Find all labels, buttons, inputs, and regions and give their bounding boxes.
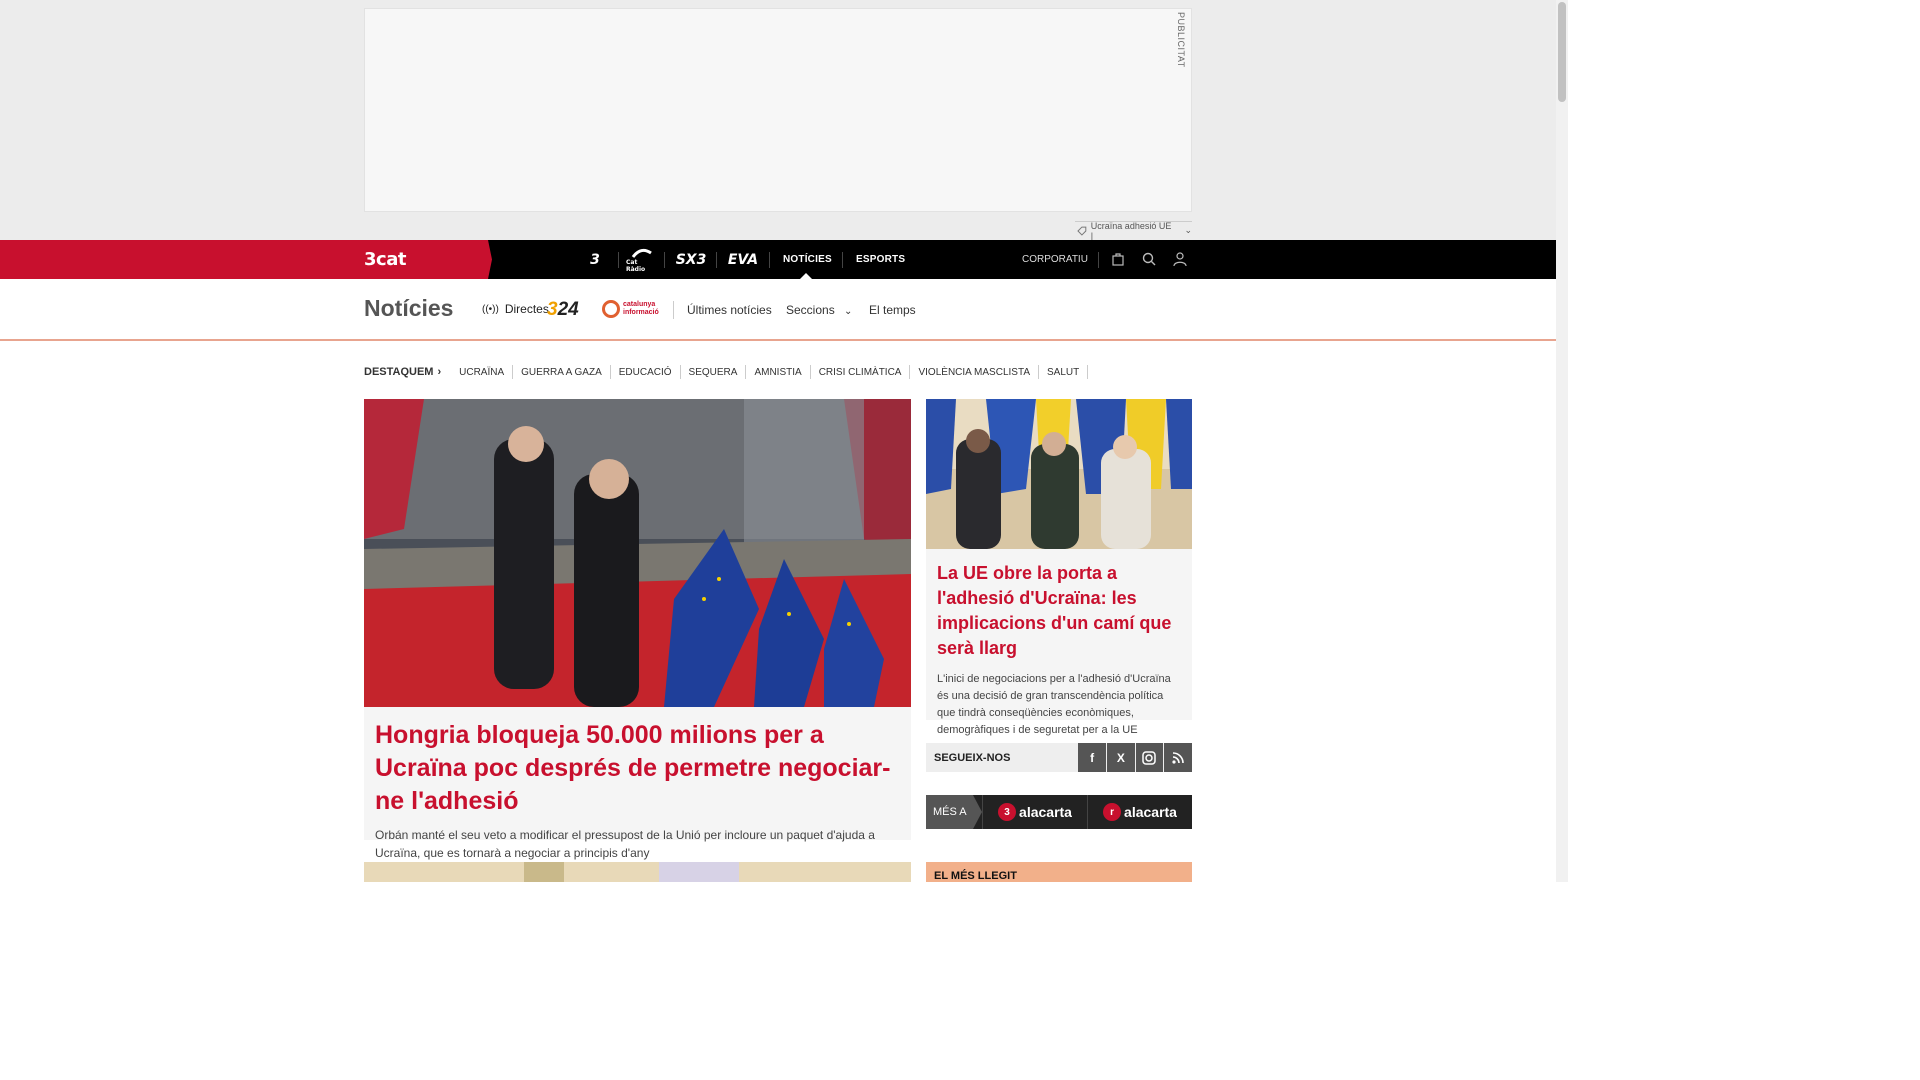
nav-esports[interactable]: ESPORTS bbox=[856, 240, 905, 279]
facebook-icon[interactable]: f bbox=[1078, 743, 1106, 772]
brand-block bbox=[0, 240, 492, 279]
instagram-glyph bbox=[1142, 750, 1157, 765]
search-icon[interactable] bbox=[1141, 251, 1157, 267]
next-article-image[interactable] bbox=[364, 862, 911, 882]
main-article-image[interactable] bbox=[364, 399, 911, 707]
alacarta-bar: MÉS A 3 alacarta r alacarta bbox=[926, 795, 1192, 829]
catradio-alacarta-link[interactable]: r alacarta bbox=[1087, 795, 1192, 829]
highlights-lead[interactable]: DESTAQUEM › bbox=[364, 366, 441, 378]
nav-corporatiu[interactable]: CORPORATIU bbox=[1022, 240, 1088, 279]
logo-catalunya-informacio[interactable]: catalunya informació bbox=[602, 300, 659, 318]
highlight-item[interactable]: AMNISTIA bbox=[746, 365, 811, 379]
link-seccions[interactable]: Seccions ⌄ bbox=[786, 303, 852, 317]
channel-eva-logo[interactable]: EVA bbox=[724, 240, 762, 279]
side-article-summary: L'inici de negociacions per a l'adhesió … bbox=[937, 673, 1171, 736]
ad-banner[interactable] bbox=[364, 8, 1192, 212]
tag-icon bbox=[1077, 226, 1087, 236]
highlight-item[interactable]: GUERRA A GAZA bbox=[513, 365, 611, 379]
catinfo-label: catalunya informació bbox=[623, 301, 659, 316]
side-article-card[interactable]: La UE obre la porta a l'adhesió d'Ucraïn… bbox=[926, 549, 1192, 736]
rss-glyph bbox=[1172, 751, 1184, 764]
mes-a-label: MÉS A bbox=[926, 795, 982, 829]
side-article-title[interactable]: La UE obre la porta a l'adhesió d'Ucraïn… bbox=[937, 561, 1181, 661]
highlight-item[interactable]: CRISI CLIMÀTICA bbox=[811, 365, 911, 379]
main-article-summary: Orbán manté el seu veto a modificar el p… bbox=[375, 828, 875, 860]
channel-catradio-logo[interactable]: Cat Ràdio bbox=[626, 240, 658, 279]
divider bbox=[716, 252, 717, 268]
logo-324[interactable]: 324 bbox=[547, 299, 579, 321]
directes-label: Directes bbox=[504, 302, 549, 316]
catradio-icon bbox=[631, 248, 652, 258]
side-article-image[interactable] bbox=[926, 399, 1192, 549]
catradio-label: Cat Ràdio bbox=[626, 258, 646, 273]
catradio-badge-icon: r bbox=[1103, 803, 1122, 821]
divider bbox=[673, 301, 674, 319]
photo-placeholder bbox=[926, 399, 1192, 549]
most-read-header: EL MÉS LLEGIT bbox=[926, 862, 1192, 882]
follow-us-bar: SEGUEIX-NOS f X bbox=[926, 743, 1192, 772]
tag-bar[interactable]: Ucraïna adhesió UE | ⌄ bbox=[1075, 220, 1192, 241]
follow-us-label: SEGUEIX-NOS bbox=[934, 751, 1011, 764]
seccions-label: Seccions bbox=[786, 303, 835, 317]
logo-324-text: 24 bbox=[557, 299, 579, 320]
ad-label: PUBLICITAT bbox=[1176, 12, 1186, 68]
tv3-alacarta-label: alacarta bbox=[1019, 804, 1072, 820]
highlight-item[interactable]: SALUT bbox=[1039, 365, 1089, 379]
tv3-badge-icon: 3 bbox=[998, 803, 1017, 821]
live-icon: ((•)) bbox=[482, 303, 499, 315]
brand-logo[interactable]: 3cat bbox=[364, 249, 406, 270]
logo-324-digit: 3 bbox=[547, 299, 558, 320]
instagram-icon[interactable] bbox=[1135, 743, 1164, 772]
highlight-item[interactable]: VIOLÈNCIA MASCLISTA bbox=[910, 365, 1039, 379]
channel-tv3-logo[interactable]: 3 bbox=[580, 240, 610, 279]
rss-icon[interactable] bbox=[1164, 743, 1192, 772]
link-ultimes-noticies[interactable]: Últimes notícies bbox=[687, 303, 772, 317]
link-el-temps[interactable]: El temps bbox=[869, 303, 916, 317]
highlight-item[interactable]: EDUCACIÓ bbox=[611, 365, 681, 379]
photo-placeholder bbox=[364, 399, 911, 707]
top-navigation: 3cat 3 Cat Ràdio SX3 EVA NOTÍCIES ESPORT… bbox=[0, 240, 1556, 279]
scrollbar-thumb[interactable] bbox=[1558, 2, 1566, 102]
scrollbar[interactable] bbox=[1556, 0, 1568, 882]
divider bbox=[664, 252, 665, 268]
section-title[interactable]: Notícies bbox=[364, 295, 453, 322]
highlight-item[interactable]: UCRAÏNA bbox=[451, 365, 514, 379]
tv3-alacarta-link[interactable]: 3 alacarta bbox=[982, 795, 1087, 829]
x-icon[interactable]: X bbox=[1106, 743, 1135, 772]
chevron-right-icon: › bbox=[437, 366, 442, 378]
tag-label: Ucraïna adhesió UE | bbox=[1090, 220, 1172, 241]
chevron-down-icon: ⌄ bbox=[1184, 225, 1192, 235]
photo-placeholder bbox=[364, 862, 911, 882]
highlights-bar: DESTAQUEM › UCRAÏNA GUERRA A GAZA EDUCAC… bbox=[364, 364, 1089, 380]
divider bbox=[769, 252, 770, 268]
divider bbox=[1098, 252, 1099, 268]
highlights-lead-label: DESTAQUEM bbox=[364, 366, 434, 378]
catradio-alacarta-label: alacarta bbox=[1124, 804, 1177, 820]
channel-sx3-logo[interactable]: SX3 bbox=[672, 240, 710, 279]
shopping-bag-icon[interactable] bbox=[1110, 251, 1126, 267]
highlight-item[interactable]: SEQUERA bbox=[681, 365, 747, 379]
main-article-card[interactable]: Hongria bloqueja 50.000 milions per a Uc… bbox=[364, 707, 911, 860]
directes-link[interactable]: ((•)) Directes bbox=[482, 302, 549, 316]
catinfo-icon bbox=[602, 300, 620, 318]
section-navigation: Notícies ((•)) Directes 324 catalunya in… bbox=[0, 279, 1556, 341]
divider bbox=[842, 252, 843, 268]
main-article-title[interactable]: Hongria bloqueja 50.000 milions per a Uc… bbox=[375, 719, 900, 818]
divider bbox=[618, 252, 619, 268]
user-icon[interactable] bbox=[1172, 251, 1188, 267]
chevron-down-icon: ⌄ bbox=[844, 306, 853, 317]
